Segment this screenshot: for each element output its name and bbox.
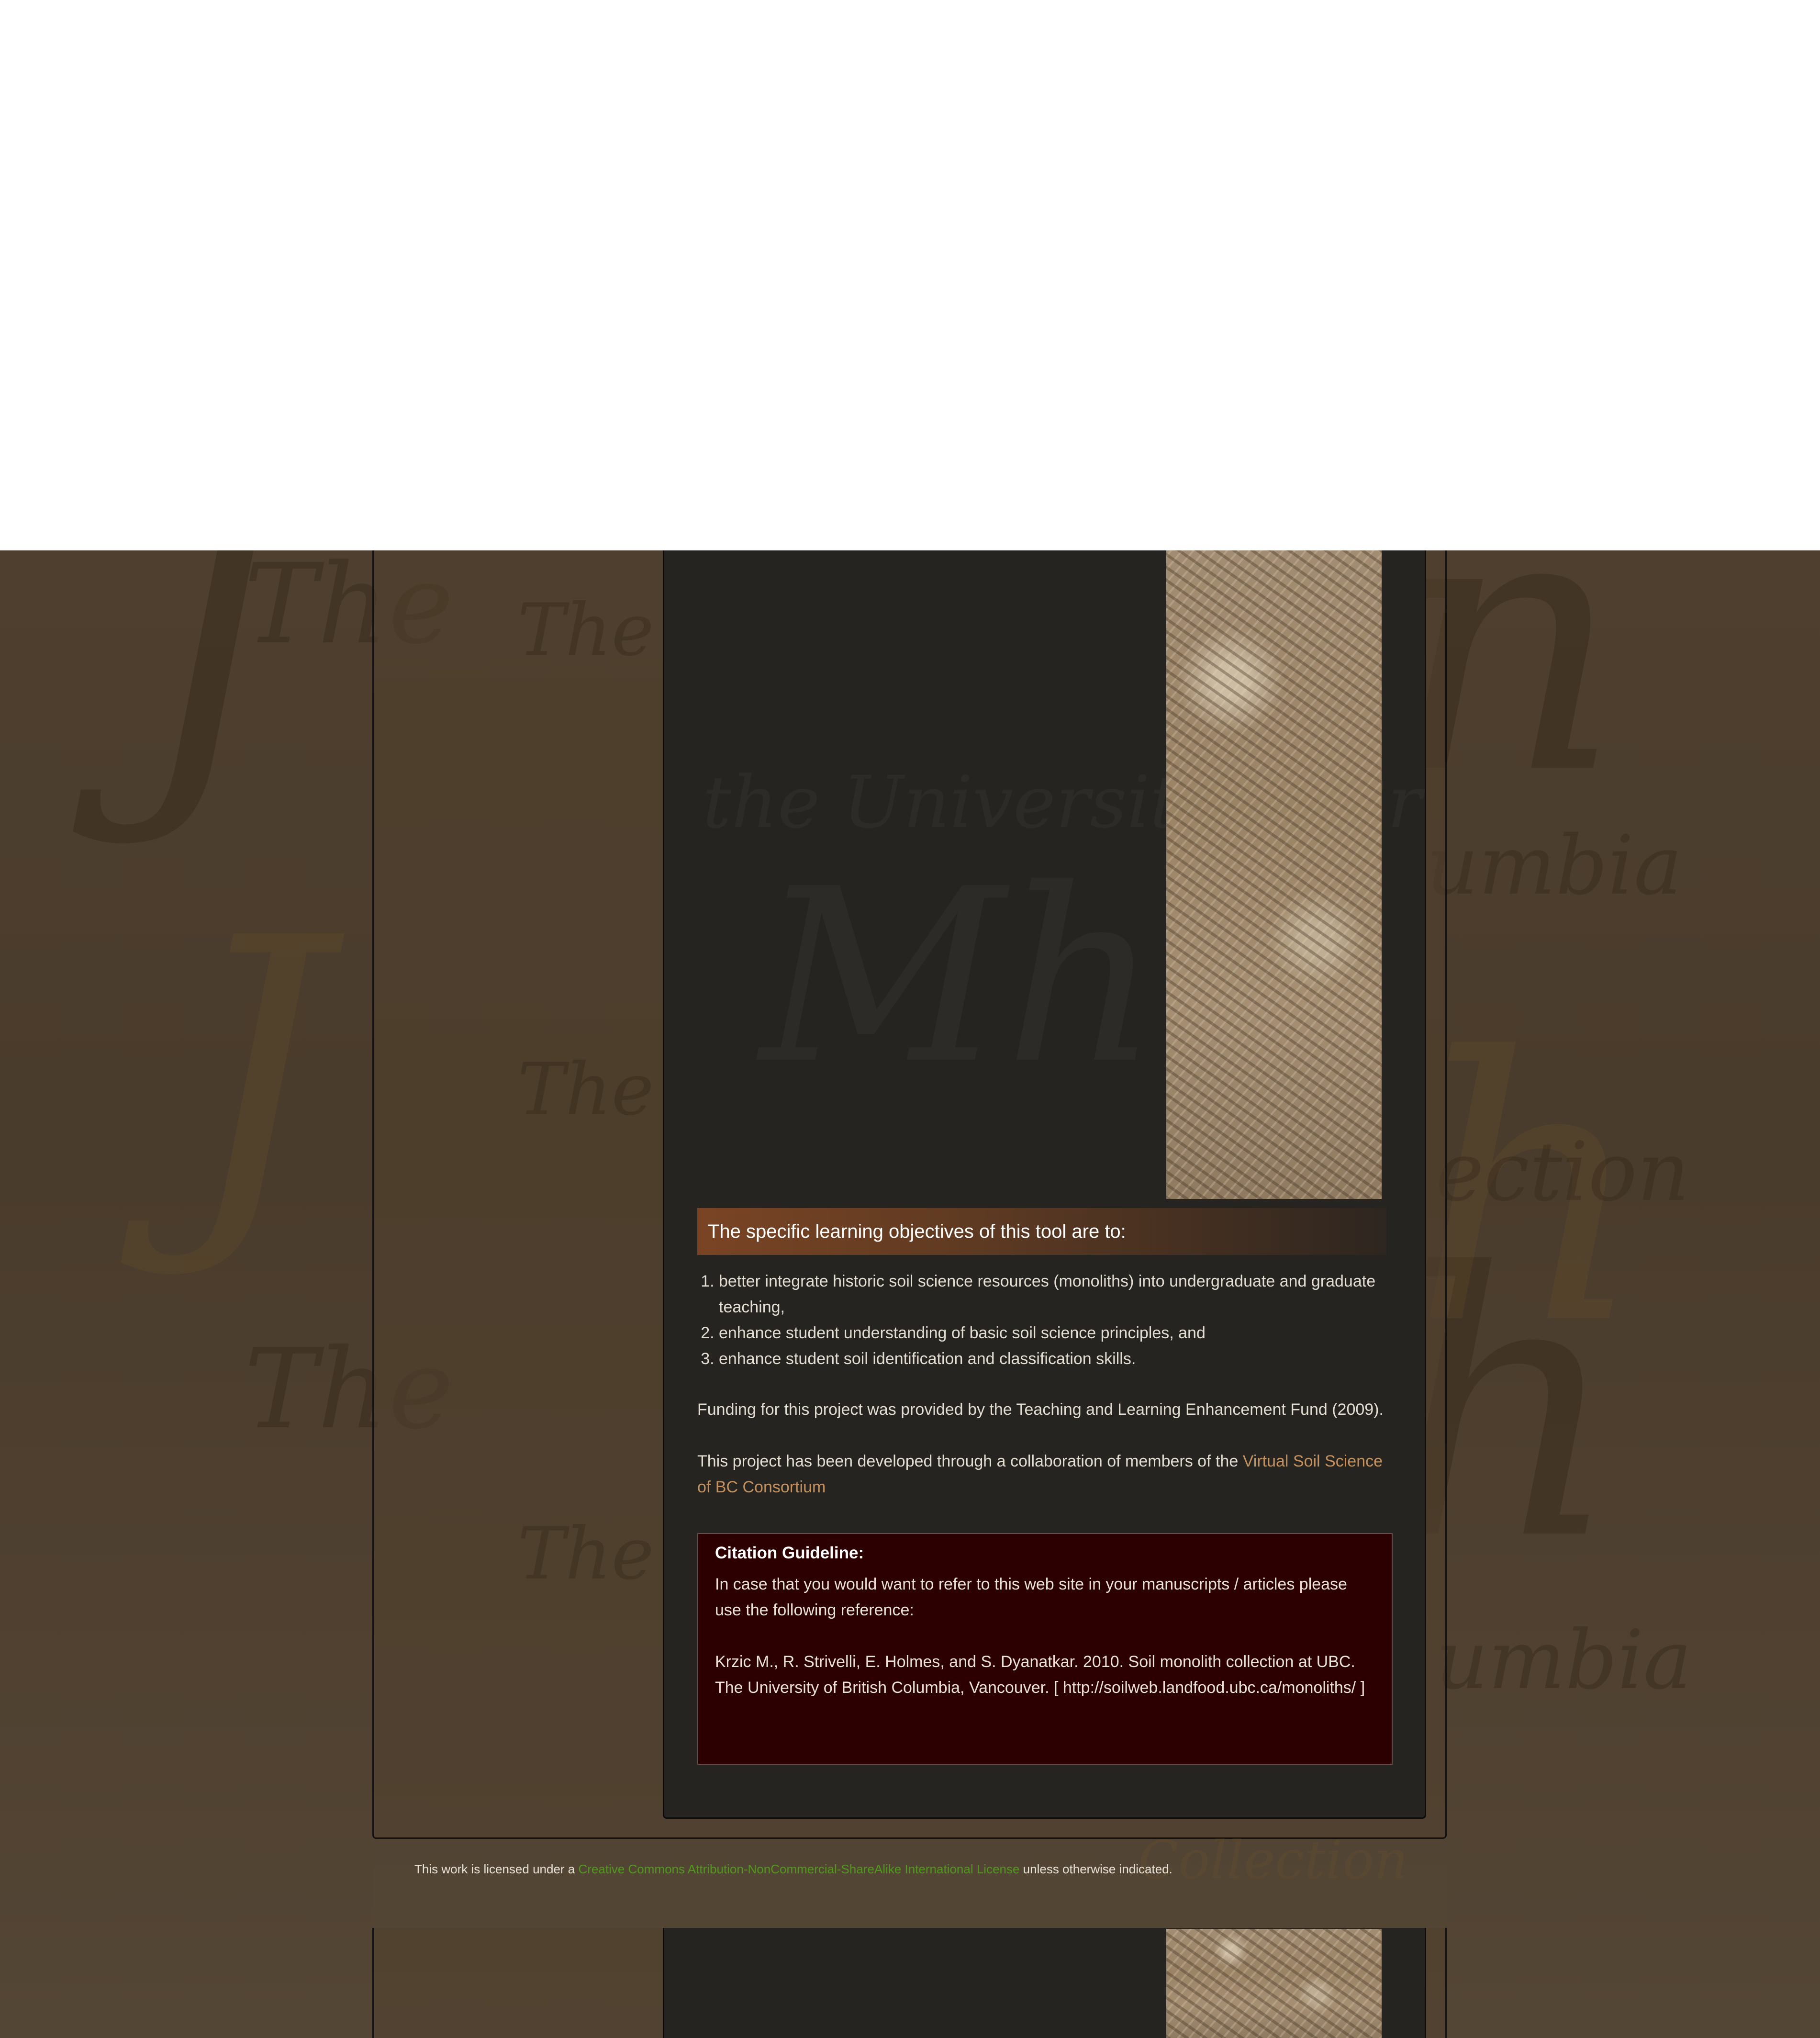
learning-objectives-list: better integrate historic soil science r… — [697, 1268, 1418, 1372]
list-item: enhance student understanding of basic s… — [719, 1320, 1418, 1346]
list-item: better integrate historic soil science r… — [719, 1268, 1418, 1320]
citation-box: Citation Guideline: In case that you wou… — [697, 1533, 1393, 1765]
learning-objectives-heading: The specific learning objectives of this… — [697, 1208, 1386, 1255]
list-item: enhance student soil identification and … — [719, 1346, 1418, 1372]
citation-intro: In case that you would want to refer to … — [715, 1575, 1347, 1619]
watermark-script: J — [134, 550, 280, 854]
watermark-script: h — [1412, 981, 1646, 1404]
license-prefix: This work is licensed under a — [414, 1862, 579, 1876]
funding-text: Funding for this project was provided by… — [697, 1400, 1384, 1419]
citation-reference: Krzic M., R. Strivelli, E. Holmes, and S… — [715, 1653, 1365, 1697]
watermark-script: The — [517, 1512, 654, 1596]
watermark-script: umbia — [1436, 1613, 1692, 1708]
collaboration-label: This project has been developed through … — [697, 1452, 1243, 1470]
watermark-script: The — [517, 1048, 654, 1131]
license-notice: This work is licensed under a Creative C… — [414, 1862, 1172, 1877]
watermark-script: Mh — [760, 838, 1159, 1116]
footer: Collection — [372, 1829, 1447, 1928]
watermark-script: umbia — [1426, 818, 1683, 913]
blank-top-area — [0, 0, 1820, 550]
watermark-script: The — [517, 589, 654, 672]
soil-monolith-image-repeat — [1166, 1929, 1382, 2038]
license-link[interactable]: Creative Commons Attribution-NonCommerci… — [578, 1862, 1019, 1876]
watermark-script: ection — [1436, 1125, 1690, 1220]
license-suffix: unless otherwise indicated. — [1019, 1862, 1172, 1876]
watermark-script: J — [182, 862, 328, 1285]
watermark-script: Collection — [1138, 1829, 1408, 1891]
citation-title: Citation Guideline: — [715, 1544, 864, 1562]
soil-monolith-image — [1166, 550, 1382, 1199]
collaboration-text: This project has been developed through … — [697, 1448, 1391, 1500]
